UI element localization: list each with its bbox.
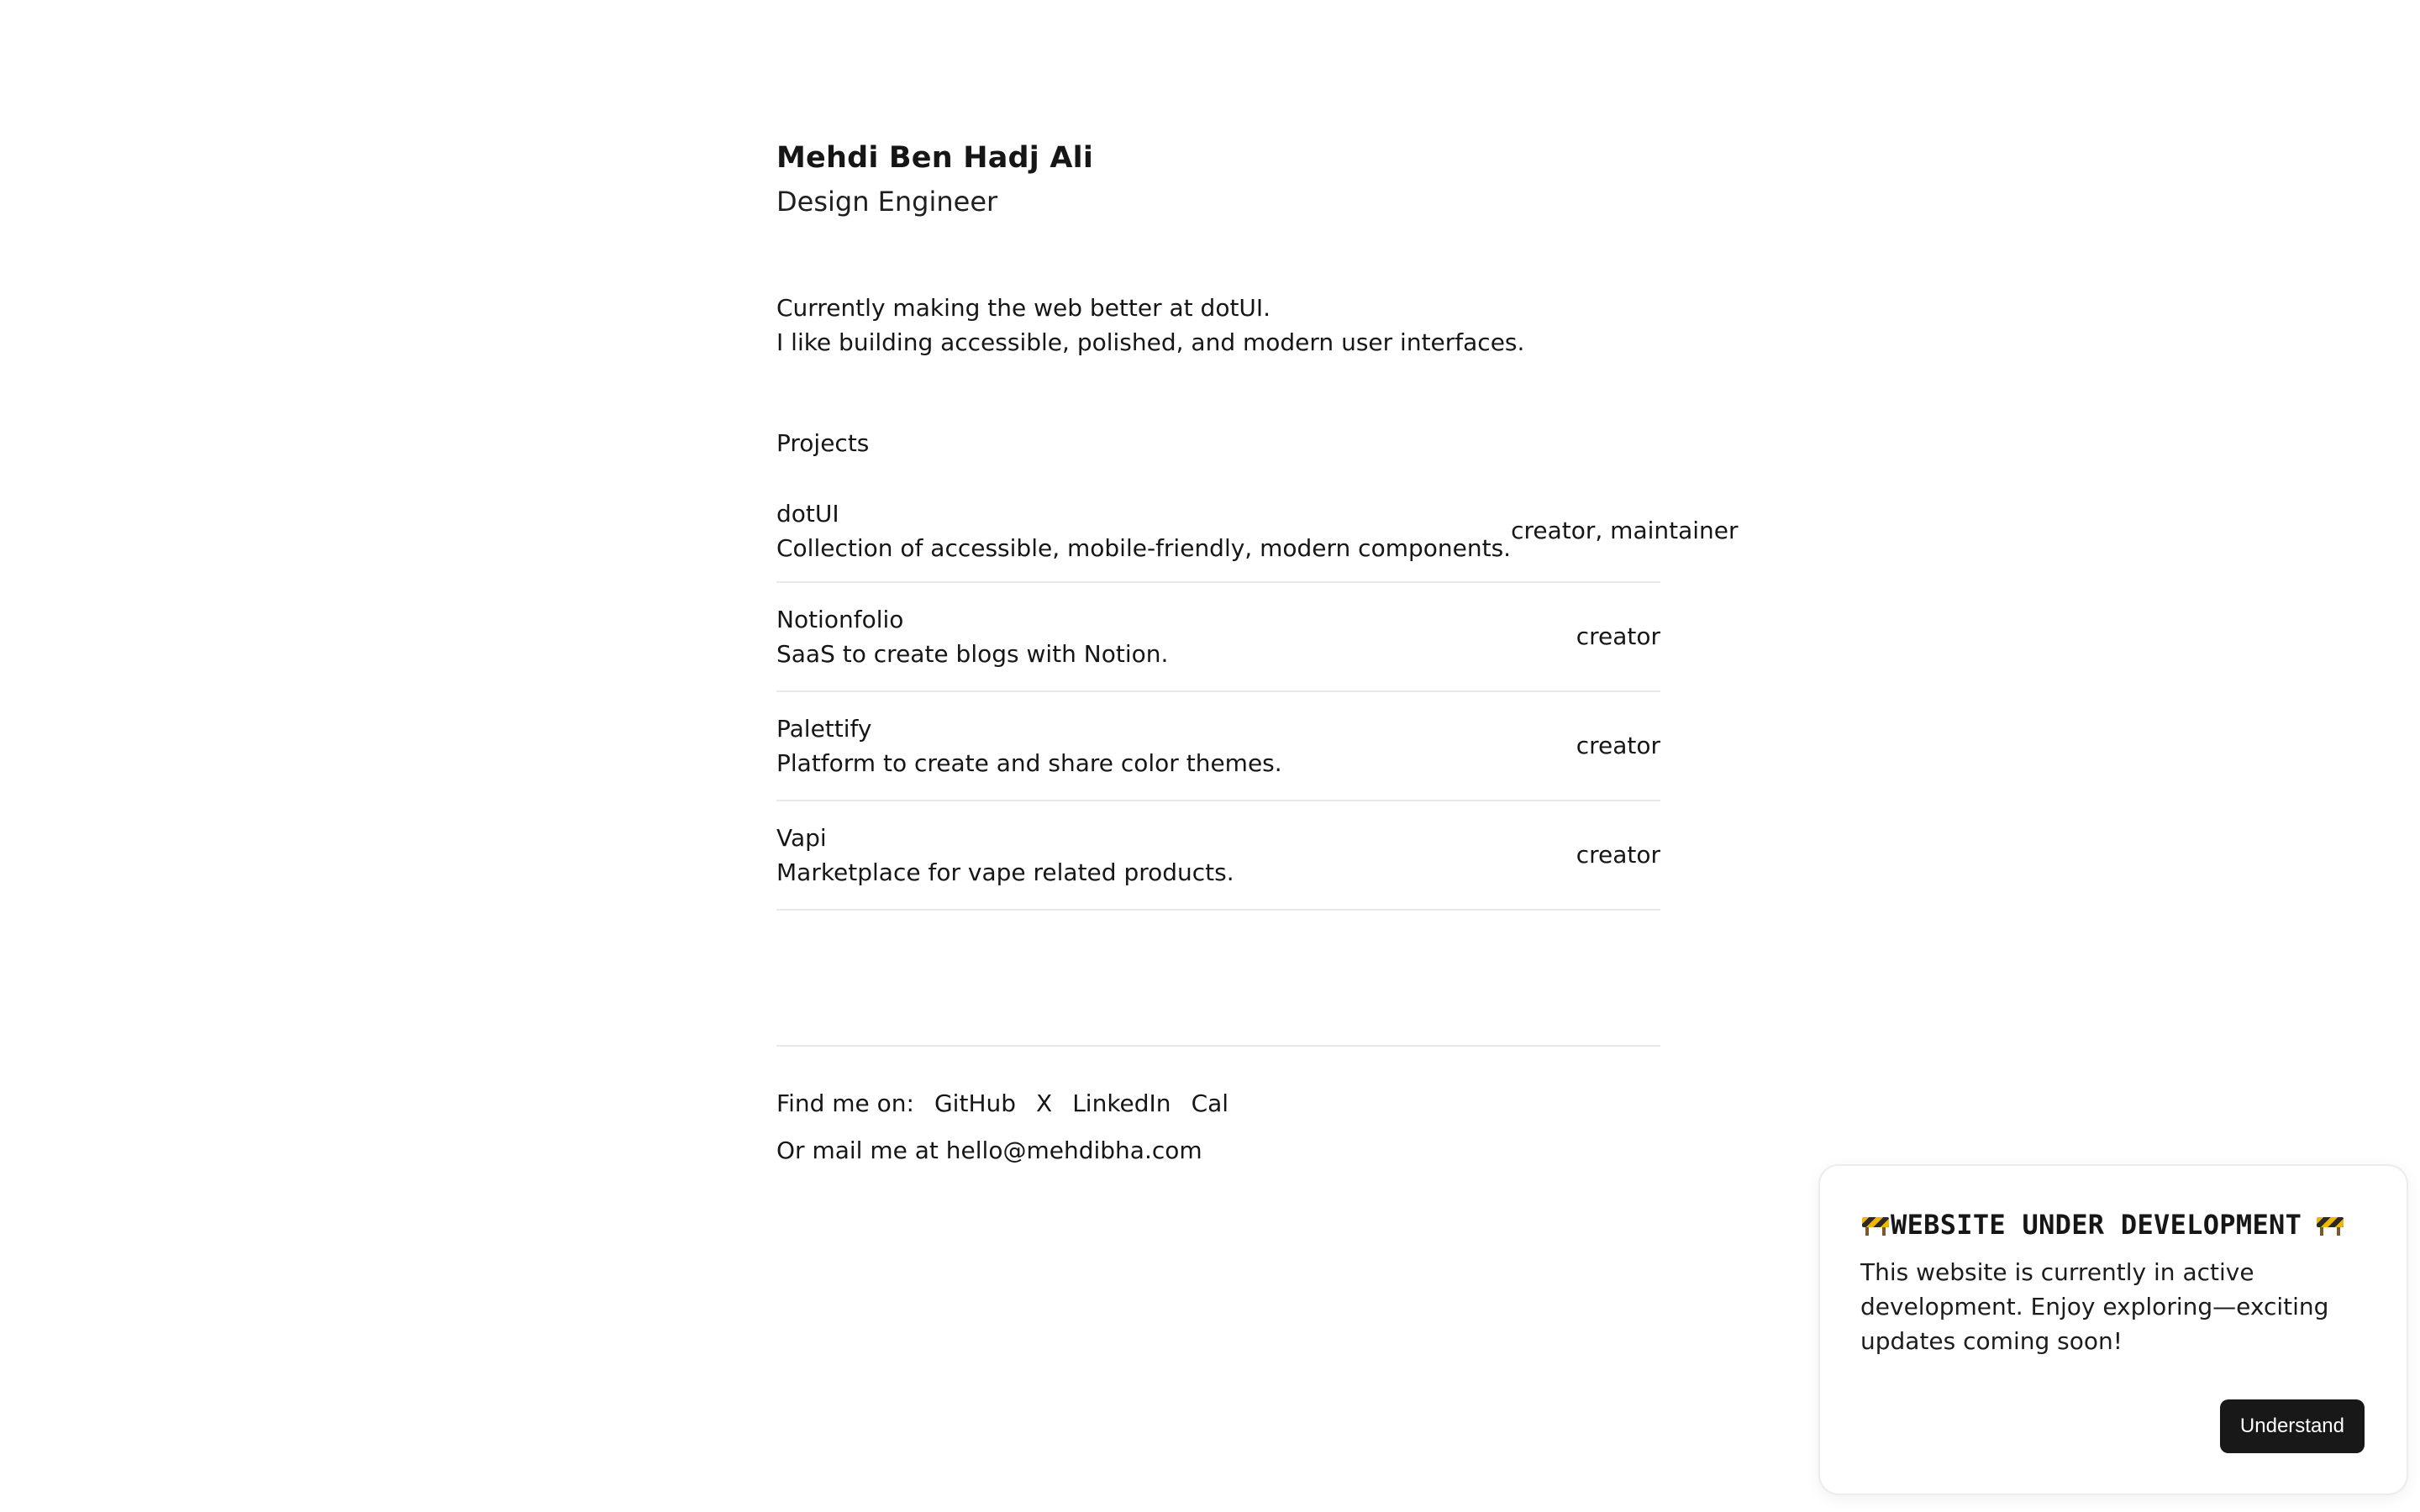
project-item-vapi[interactable]: Vapi Marketplace for vape related produc… — [776, 801, 1660, 911]
dev-notice-card: WEBSITE UNDER DEVELOPMENT This website i… — [1818, 1164, 2408, 1495]
footer-divider — [776, 1045, 1660, 1047]
find-me-label: Find me on: — [776, 1089, 914, 1117]
notice-body: This website is currently in active deve… — [1860, 1258, 2329, 1355]
bio-line: I like building accessible, polished, an… — [776, 328, 1525, 356]
x-link[interactable]: X — [1036, 1087, 1052, 1121]
project-role: creator, maintainer — [1511, 517, 1739, 544]
notice-title: WEBSITE UNDER DEVELOPMENT — [1891, 1209, 2302, 1241]
project-role: creator — [1576, 841, 1660, 869]
bio-line: Currently making the web better at dotUI… — [776, 294, 1271, 322]
cal-link[interactable]: Cal — [1192, 1087, 1229, 1121]
page: Mehdi Ben Hadj Ali Design Engineer Curre… — [0, 0, 2420, 1512]
project-name[interactable]: Palettify — [776, 711, 1282, 746]
author-name: Mehdi Ben Hadj Ali — [776, 141, 1094, 175]
project-item-palettify[interactable]: Palettify Platform to create and share c… — [776, 692, 1660, 801]
project-name[interactable]: Vapi — [776, 821, 1234, 855]
project-role: creator — [1576, 732, 1660, 759]
project-item-dotui[interactable]: dotUI Collection of accessible, mobile-f… — [776, 480, 1739, 583]
mail-row: Or mail me at hello@mehdibha.com — [776, 1134, 1660, 1168]
notice-title-row: WEBSITE UNDER DEVELOPMENT — [1860, 1206, 2365, 1243]
construction-barrier-icon — [2317, 1214, 2344, 1236]
projects-heading: Projects — [776, 429, 870, 457]
github-link[interactable]: GitHub — [934, 1087, 1016, 1121]
project-description: Platform to create and share color theme… — [776, 749, 1282, 777]
project-description: Collection of accessible, mobile-friendl… — [776, 534, 1512, 562]
understand-button[interactable]: Understand — [2219, 1399, 2365, 1453]
project-description: Marketplace for vape related products. — [776, 858, 1234, 886]
author-role: Design Engineer — [776, 186, 998, 218]
linkedin-link[interactable]: LinkedIn — [1072, 1087, 1171, 1121]
main-content: Mehdi Ben Hadj Ali Design Engineer Curre… — [776, 134, 1739, 1168]
mail-prefix: Or mail me at — [776, 1137, 939, 1164]
bio: Currently making the web better at dotUI… — [776, 291, 1660, 360]
project-name[interactable]: dotUI — [776, 496, 1511, 531]
project-item-notionfolio[interactable]: Notionfolio SaaS to create blogs with No… — [776, 583, 1660, 692]
email-link[interactable]: hello@mehdibha.com — [946, 1137, 1202, 1164]
social-links: Find me on: GitHub X LinkedIn Cal — [776, 1087, 1660, 1121]
project-name[interactable]: Notionfolio — [776, 602, 1168, 637]
project-description: SaaS to create blogs with Notion. — [776, 640, 1169, 668]
project-role: creator — [1576, 622, 1660, 650]
construction-barrier-icon — [1862, 1214, 1889, 1236]
project-list: dotUI Collection of accessible, mobile-f… — [776, 480, 1739, 911]
